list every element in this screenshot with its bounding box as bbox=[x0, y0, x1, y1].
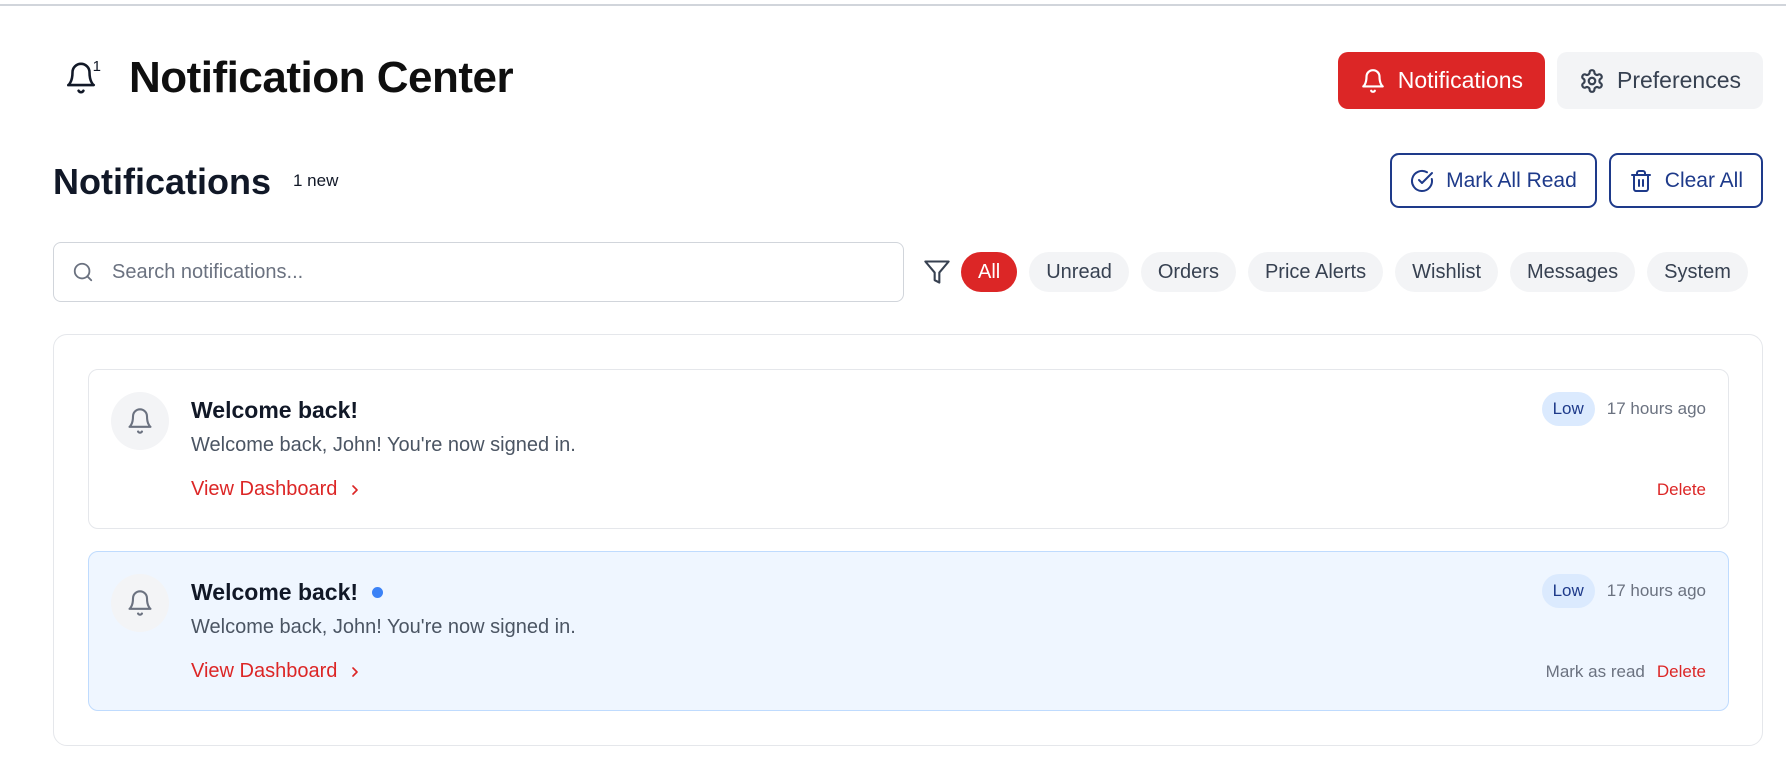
delete-button[interactable]: Delete bbox=[1657, 662, 1706, 682]
new-count-badge: 1 new bbox=[293, 171, 339, 190]
app-header: 1 Notification Center Notifications Pref… bbox=[53, 46, 1763, 110]
gear-icon bbox=[1581, 68, 1603, 93]
search-box bbox=[53, 242, 904, 302]
brand: 1 Notification Center bbox=[53, 46, 514, 110]
bell-count-badge: 1 bbox=[92, 58, 101, 75]
trash-icon bbox=[1630, 169, 1651, 192]
view-dashboard-label: View Dashboard bbox=[191, 660, 338, 682]
notification-meta: Low 17 hours ago bbox=[1541, 392, 1706, 426]
notifications-nav-label: Notifications bbox=[1397, 67, 1523, 93]
notification-type-icon bbox=[111, 392, 169, 450]
notification-card[interactable]: Welcome back! Welcome back, John! You're… bbox=[88, 369, 1729, 529]
view-dashboard-link[interactable]: View Dashboard bbox=[191, 660, 363, 683]
notifications-section-header: Notifications 1 new Mark All Read Clear … bbox=[53, 153, 1763, 209]
filter-icon bbox=[924, 260, 950, 284]
bell-icon bbox=[128, 408, 152, 434]
filter-chip-orders[interactable]: Orders bbox=[1140, 252, 1236, 292]
notifications-nav-button[interactable]: Notifications bbox=[1337, 52, 1545, 109]
preferences-nav-button[interactable]: Preferences bbox=[1556, 52, 1763, 109]
bell-icon bbox=[128, 590, 152, 616]
view-dashboard-label: View Dashboard bbox=[191, 478, 338, 500]
clear-all-button[interactable]: Clear All bbox=[1608, 153, 1763, 208]
notification-actions: Mark as read Delete bbox=[1546, 662, 1706, 682]
delete-button[interactable]: Delete bbox=[1657, 480, 1706, 500]
filter-chip-all[interactable]: All bbox=[961, 252, 1018, 292]
notification-meta: Low 17 hours ago bbox=[1541, 574, 1706, 608]
notification-message: Welcome back, John! You're now signed in… bbox=[191, 434, 576, 456]
mark-all-read-label: Mark All Read bbox=[1446, 168, 1577, 192]
mark-as-read-button[interactable]: Mark as read bbox=[1546, 662, 1645, 682]
filter-chips: All Unread Orders Price Alerts Wishlist … bbox=[961, 252, 1748, 292]
notification-message: Welcome back, John! You're now signed in… bbox=[191, 616, 576, 638]
section-title: Notifications bbox=[53, 161, 272, 202]
header-bell-button[interactable]: 1 bbox=[53, 50, 109, 106]
filter-chip-wishlist[interactable]: Wishlist bbox=[1395, 252, 1499, 292]
notification-list: Welcome back! Welcome back, John! You're… bbox=[53, 334, 1763, 746]
priority-badge: Low bbox=[1541, 574, 1595, 608]
unread-indicator bbox=[372, 587, 384, 598]
notification-actions: Delete bbox=[1657, 480, 1706, 500]
chevron-right-icon bbox=[352, 666, 359, 677]
filter-chip-messages[interactable]: Messages bbox=[1510, 252, 1636, 292]
priority-badge: Low bbox=[1541, 392, 1595, 426]
filter-chip-unread[interactable]: Unread bbox=[1029, 252, 1129, 292]
view-dashboard-link[interactable]: View Dashboard bbox=[191, 478, 363, 501]
notification-title-text: Welcome back! bbox=[191, 397, 359, 423]
notification-title-text: Welcome back! bbox=[191, 579, 359, 605]
chevron-right-icon bbox=[352, 484, 359, 495]
filter-button[interactable] bbox=[923, 258, 951, 286]
clear-all-label: Clear All bbox=[1664, 168, 1743, 192]
filter-bar: All Unread Orders Price Alerts Wishlist … bbox=[53, 242, 1763, 302]
bulk-actions: Mark All Read Clear All bbox=[1390, 153, 1763, 208]
notification-title: Welcome back! bbox=[191, 397, 358, 424]
bell-icon bbox=[1361, 68, 1384, 93]
notification-card-unread[interactable]: Welcome back! Welcome back, John! You're… bbox=[88, 551, 1729, 711]
preferences-nav-label: Preferences bbox=[1616, 67, 1741, 93]
mark-all-read-button[interactable]: Mark All Read bbox=[1390, 153, 1597, 208]
filter-chip-system[interactable]: System bbox=[1647, 252, 1748, 292]
notification-title: Welcome back! bbox=[191, 579, 384, 606]
page-title: Notification Center bbox=[129, 53, 514, 102]
check-circle-icon bbox=[1411, 169, 1434, 192]
filter-chip-price-alerts[interactable]: Price Alerts bbox=[1247, 252, 1384, 292]
notification-time: 17 hours ago bbox=[1606, 581, 1706, 600]
search-input[interactable] bbox=[112, 260, 872, 284]
notification-time: 17 hours ago bbox=[1606, 399, 1706, 418]
search-icon bbox=[73, 262, 93, 282]
notification-type-icon bbox=[111, 574, 169, 632]
top-divider bbox=[0, 4, 1786, 6]
header-nav: Notifications Preferences bbox=[1337, 52, 1763, 109]
